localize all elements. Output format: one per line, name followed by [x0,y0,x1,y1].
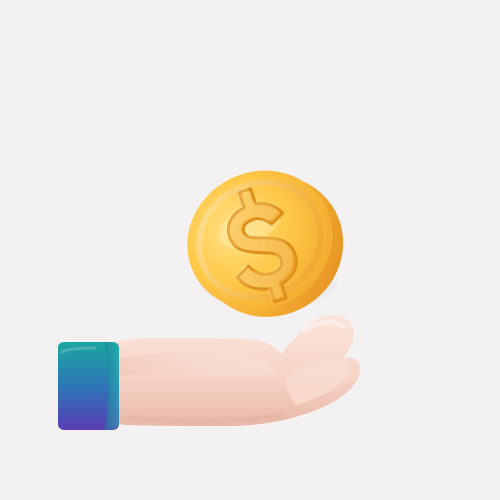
illustration-canvas [0,0,500,500]
blue-sleeve-cuff-icon [58,342,119,430]
gold-dollar-coin-icon [187,170,344,317]
hand-with-coin-illustration [58,170,361,430]
open-palm-hand-icon [98,314,361,426]
